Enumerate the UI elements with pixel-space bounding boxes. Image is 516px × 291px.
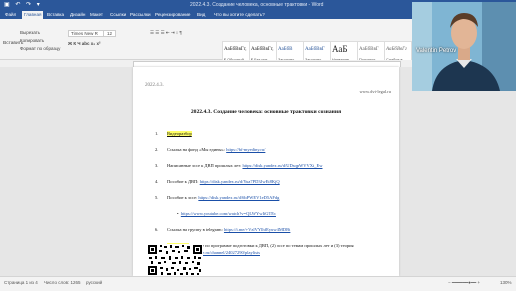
person-video-image <box>412 2 516 91</box>
youtube-link[interactable]: https://www.youtube.com/watch?v=QLWYwIiG… <box>181 211 276 216</box>
status-bar: Страница 1 из 4 Число слов: 1265 русский… <box>0 276 516 291</box>
list-item: 3. Написанные эссе к ДВП прошлых лет: htt… <box>155 163 323 168</box>
telegram-link[interactable]: https://t.me/+VzlVYlhfEyuw4MDBi <box>224 227 290 232</box>
window-title: 2022.4.3. Создание человека, основные тр… <box>190 2 324 8</box>
webcam-overlay: Valentin Petrov <box>412 2 516 91</box>
participant-name: Valentin Petrov <box>416 48 457 54</box>
manual-dvp-link[interactable]: https://disk.yandex.ru/d/Yua7PD3JwEt8KjQ <box>200 179 280 184</box>
tab-design[interactable]: Дизайн <box>68 11 87 18</box>
font-format-buttons[interactable]: Ж К Ч abc x₂ x² <box>68 41 100 46</box>
bullet-item: • https://www.youtube.com/watch?v=QLWYwI… <box>177 211 276 216</box>
essays-link[interactable]: https://disk.yandex.ru/d/UDsqpWVVXi_Ew <box>242 163 322 168</box>
list-item: 5. Пособие к эссе: https://disk.yandex.ru… <box>155 195 280 200</box>
tab-references[interactable]: Ссылки <box>108 11 128 18</box>
zoom-level[interactable]: 130% <box>500 280 512 285</box>
word-count[interactable]: Число слов: 1265 <box>44 280 81 285</box>
tab-mailings[interactable]: Рассылки <box>128 11 153 18</box>
cut-button[interactable]: Вырезать <box>20 30 40 35</box>
fund-link[interactable]: https://bf-myedinу.ru/ <box>226 147 265 152</box>
font-size-select[interactable]: 12 <box>103 30 117 37</box>
tab-file[interactable]: Файл <box>3 11 18 18</box>
document-page[interactable]: 2022.4.3. www.dvi-legal.ru 2022.4.3. Соз… <box>133 67 399 276</box>
video-link[interactable]: Видеоразбор <box>167 131 192 136</box>
header-left: 2022.4.3. <box>145 83 164 88</box>
tab-review[interactable]: Рецензирование <box>153 11 192 18</box>
copy-button[interactable]: Копировать <box>20 38 44 43</box>
list-item: 4. Пособие к ДВП: https://disk.yandex.ru/… <box>155 179 280 184</box>
paragraph-buttons[interactable]: ☰ ☰ ☰ ⇤ ⇥ ↕ ¶ <box>150 30 182 36</box>
zoom-slider[interactable]: − ━━━━━━●━━ + <box>448 280 480 286</box>
manual-essay-link[interactable]: https://disk.yandex.ru/d/6bPWEV1eD5AFdg <box>198 195 279 200</box>
tab-layout[interactable]: Макет <box>88 11 105 18</box>
tab-insert[interactable]: Вставка <box>45 11 66 18</box>
qr-code-image <box>147 244 203 276</box>
quick-access-icons[interactable]: ▣ ↶ ↷ ▾ <box>4 1 42 8</box>
tell-me-search[interactable]: Что вы хотите сделать? <box>212 11 267 18</box>
tab-view[interactable]: Вид <box>195 11 207 18</box>
list-item: 1. Видеоразбор <box>155 131 192 136</box>
list-item: 2. Ссылка на фонд «Мы едины»: https://bf-… <box>155 147 266 152</box>
document-title: 2022.4.3. Создание человека: основные тр… <box>190 109 342 115</box>
header-right: www.dvi-legal.ru <box>359 89 391 94</box>
format-painter-button[interactable]: Формат по образцу <box>20 46 60 51</box>
list-item: 6. Ссылка на группу в telegram: https://t… <box>155 227 291 232</box>
document-canvas[interactable]: 2022.4.3. www.dvi-legal.ru 2022.4.3. Соз… <box>0 67 516 276</box>
page-count[interactable]: Страница 1 из 4 <box>4 280 38 285</box>
language-indicator[interactable]: русский <box>86 280 102 285</box>
